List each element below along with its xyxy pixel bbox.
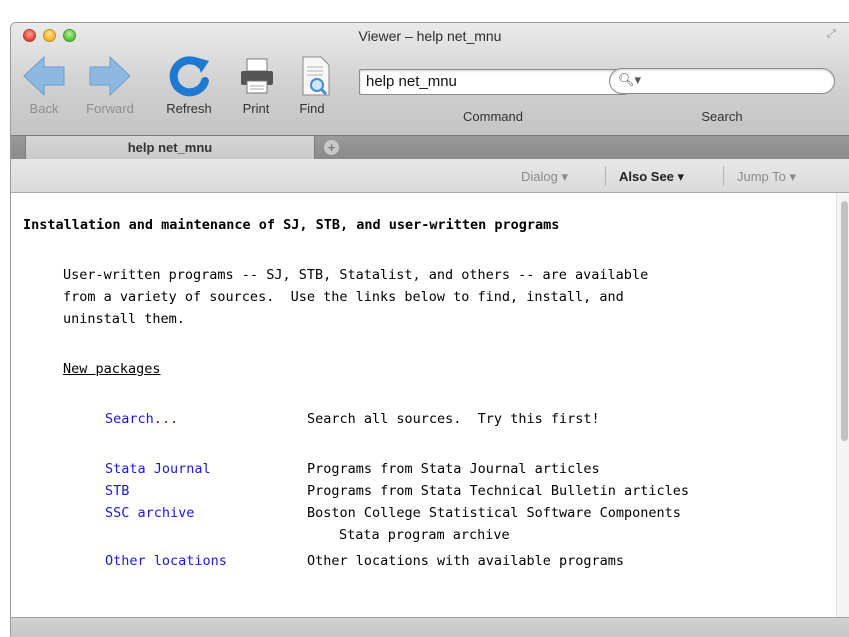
ssc-archive-link[interactable]: SSC archive	[105, 505, 194, 521]
forward-button[interactable]: Forward	[77, 51, 143, 121]
dialog-menu[interactable]: Dialog ▾	[521, 169, 568, 185]
printer-icon	[233, 51, 281, 107]
stata-journal-link[interactable]: Stata Journal	[105, 461, 211, 477]
entry-description: Search all sources. Try this first!	[307, 411, 600, 427]
intro-line: from a variety of sources. Use the links…	[63, 289, 624, 305]
window-title: Viewer – help net_mnu	[358, 28, 502, 44]
entry-description: Boston College Statistical Software Comp…	[307, 505, 681, 521]
new-packages-link[interactable]: New packages	[63, 361, 161, 377]
command-input[interactable]: help net_mnu	[359, 69, 627, 95]
also-see-menu[interactable]: Also See ▾	[619, 169, 684, 185]
status-bar	[11, 617, 849, 637]
help-heading: Installation and maintenance of SJ, STB,…	[23, 217, 560, 233]
entry-description: Programs from Stata Journal articles	[307, 461, 600, 477]
find-button[interactable]: Find	[291, 51, 333, 121]
intro-line: uninstall them.	[63, 311, 185, 327]
viewer-window: Viewer – help net_mnu ⤢ Back Forward Ref…	[10, 22, 849, 637]
entry-description: Programs from Stata Technical Bulletin a…	[307, 483, 690, 499]
vertical-scrollbar[interactable]	[836, 193, 849, 617]
print-button[interactable]: Print	[233, 51, 279, 121]
intro-line: User-written programs -- SJ, STB, Statal…	[63, 267, 649, 283]
search-link[interactable]: Search...	[105, 411, 178, 427]
search-icon[interactable]: 🔍︎▾	[618, 72, 641, 88]
divider	[723, 166, 724, 186]
toolbar: Viewer – help net_mnu ⤢ Back Forward Ref…	[11, 23, 849, 135]
fullscreen-icon[interactable]: ⤢	[827, 28, 841, 42]
tab-bar: help net_mnu +	[11, 135, 849, 160]
command-label: Command	[463, 109, 523, 124]
entry-description: Stata program archive	[339, 527, 510, 543]
title-bar: Viewer – help net_mnu ⤢	[11, 23, 849, 47]
refresh-button[interactable]: Refresh	[159, 51, 219, 121]
back-button[interactable]: Back	[19, 51, 69, 121]
other-locations-link[interactable]: Other locations	[105, 553, 227, 569]
back-arrow-icon	[20, 51, 68, 107]
entry-description: Other locations with available programs	[307, 553, 624, 569]
jump-to-menu[interactable]: Jump To ▾	[737, 169, 796, 185]
divider	[605, 166, 606, 186]
forward-arrow-icon	[86, 51, 134, 107]
search-label: Search	[701, 109, 743, 124]
viewer-subbar: Dialog ▾ Also See ▾ Jump To ▾	[11, 159, 849, 193]
stb-link[interactable]: STB	[105, 483, 129, 499]
search-input[interactable]: 🔍︎▾	[609, 68, 835, 94]
tab-help-net-mnu[interactable]: help net_mnu	[25, 136, 315, 160]
scroll-thumb[interactable]	[841, 201, 848, 441]
find-icon	[291, 51, 339, 107]
refresh-icon	[165, 51, 213, 107]
add-tab-icon[interactable]: +	[324, 140, 339, 155]
help-content: Installation and maintenance of SJ, STB,…	[11, 193, 849, 617]
